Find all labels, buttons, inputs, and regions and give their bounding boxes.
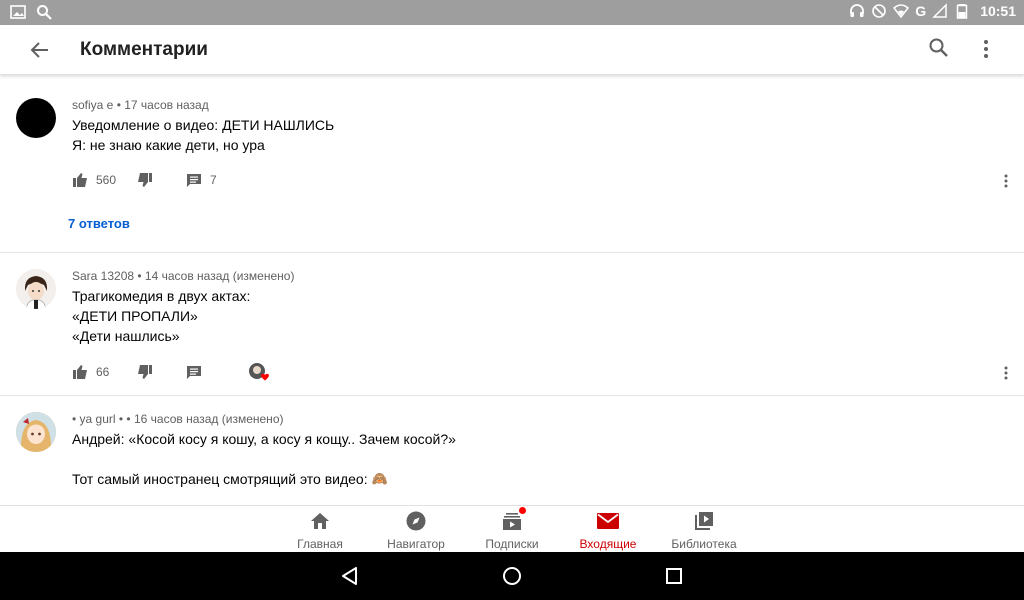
compass-icon xyxy=(405,510,427,532)
comment-more-button[interactable] xyxy=(1000,364,1012,382)
dislike-button[interactable] xyxy=(137,170,153,190)
avatar[interactable] xyxy=(16,412,56,452)
avatar[interactable] xyxy=(16,98,56,138)
comment-text-line: «ДЕТИ ПРОПАЛИ» xyxy=(72,308,198,324)
nav-label: Входящие xyxy=(579,537,637,551)
headphones-icon xyxy=(850,4,865,17)
system-recents-button[interactable] xyxy=(663,565,685,587)
creator-heart-badge xyxy=(248,362,270,382)
emoji: 🙈 xyxy=(371,471,388,486)
network-type-label: G xyxy=(915,3,927,19)
reply-button[interactable]: 7 xyxy=(186,170,217,190)
comment-icon xyxy=(187,174,201,187)
nav-label: Библиотека xyxy=(671,537,737,551)
thumb-down-icon xyxy=(138,365,152,379)
thumb-down-icon xyxy=(138,173,152,187)
comment-text-line: «Дети нашлись» xyxy=(72,328,180,344)
nav-library[interactable]: Библиотека xyxy=(654,510,754,552)
nav-inbox[interactable]: Входящие xyxy=(558,510,658,552)
system-back-button[interactable] xyxy=(339,565,361,587)
system-home-button[interactable] xyxy=(501,565,523,587)
nav-label: Подписки xyxy=(485,537,539,551)
comment-text-line: Тот самый иностранец смотрящий это видео… xyxy=(72,471,388,487)
home-circle-icon xyxy=(503,567,521,585)
reply-count: 7 xyxy=(210,173,217,187)
page-title: Комментарии xyxy=(80,39,208,60)
like-button[interactable]: 560 xyxy=(72,170,116,190)
comment-text-line: Я: не знаю какие дети, но ура xyxy=(72,137,265,153)
clock: 10:51 xyxy=(980,3,1016,19)
comment-actions: 66 xyxy=(72,362,292,382)
dnd-icon xyxy=(872,4,887,18)
reply-button[interactable] xyxy=(186,362,202,382)
comment-text-line: Трагикомедия в двух актах: xyxy=(72,288,251,304)
thumb-up-icon xyxy=(73,173,87,187)
comment-meta: sofiya e • 17 часов назад xyxy=(72,98,209,112)
back-arrow-icon xyxy=(30,42,48,58)
search-icon xyxy=(929,38,948,57)
status-bar: G 10:51 xyxy=(0,0,1024,25)
avatar[interactable] xyxy=(16,269,56,309)
bottom-navigation: Главная Навигатор Подписки Входящие Библ… xyxy=(0,505,1024,552)
home-icon xyxy=(309,510,331,532)
system-navigation-bar xyxy=(0,552,1024,600)
comment-meta: • ya gurl • • 16 часов назад (изменено) xyxy=(72,412,284,426)
comment-item: • ya gurl • • 16 часов назад (изменено) … xyxy=(0,396,1024,504)
notification-dot xyxy=(519,507,526,514)
image-icon xyxy=(10,5,26,19)
like-count: 560 xyxy=(96,173,117,187)
dislike-button[interactable] xyxy=(137,362,153,382)
nav-label: Навигатор xyxy=(387,537,445,551)
thumb-up-icon xyxy=(73,365,87,379)
comments-list: sofiya e • 17 часов назад Уведомление о … xyxy=(0,76,1024,504)
comment-item: sofiya e • 17 часов назад Уведомление о … xyxy=(0,76,1024,253)
search-icon xyxy=(37,5,52,20)
wifi-icon xyxy=(893,4,910,19)
creator-heart-icon xyxy=(249,363,269,381)
nav-explore[interactable]: Навигатор xyxy=(366,510,466,552)
nav-home[interactable]: Главная xyxy=(270,510,370,552)
like-button[interactable]: 66 xyxy=(72,362,109,382)
more-vert-icon xyxy=(1004,366,1008,380)
inbox-icon xyxy=(597,510,619,532)
more-vert-icon xyxy=(984,40,988,58)
search-button[interactable] xyxy=(928,37,952,61)
nav-label: Главная xyxy=(297,537,343,551)
comment-text-fragment: Тот самый иностранец смотрящий это видео… xyxy=(72,471,368,487)
back-triangle-icon xyxy=(342,567,357,585)
recents-square-icon xyxy=(666,568,682,584)
signal-icon xyxy=(932,3,947,18)
anime-avatar-image xyxy=(16,412,56,452)
battery-icon xyxy=(956,4,968,19)
comment-meta: Sara 13208 • 14 часов назад (изменено) xyxy=(72,269,295,283)
comment-text-line: Уведомление о видео: ДЕТИ НАШЛИСЬ xyxy=(72,117,335,133)
view-replies-link[interactable]: 7 ответов xyxy=(68,216,130,231)
like-count: 66 xyxy=(96,365,110,379)
comment-text-line: Андрей: «Косой косу я кошу, а косу я кощ… xyxy=(72,431,456,447)
comment-item: Sara 13208 • 14 часов назад (изменено) Т… xyxy=(0,253,1024,396)
more-vert-icon xyxy=(1004,174,1008,188)
anime-avatar-image xyxy=(16,269,56,309)
app-bar: Комментарии xyxy=(0,25,1024,75)
nav-subscriptions[interactable]: Подписки xyxy=(462,507,562,552)
back-button[interactable] xyxy=(26,37,54,63)
more-options-button[interactable] xyxy=(976,37,996,61)
subscriptions-icon xyxy=(501,507,526,532)
comment-icon xyxy=(187,366,201,379)
comment-actions: 560 7 xyxy=(72,170,372,190)
comment-more-button[interactable] xyxy=(1000,172,1012,190)
library-icon xyxy=(693,510,715,532)
